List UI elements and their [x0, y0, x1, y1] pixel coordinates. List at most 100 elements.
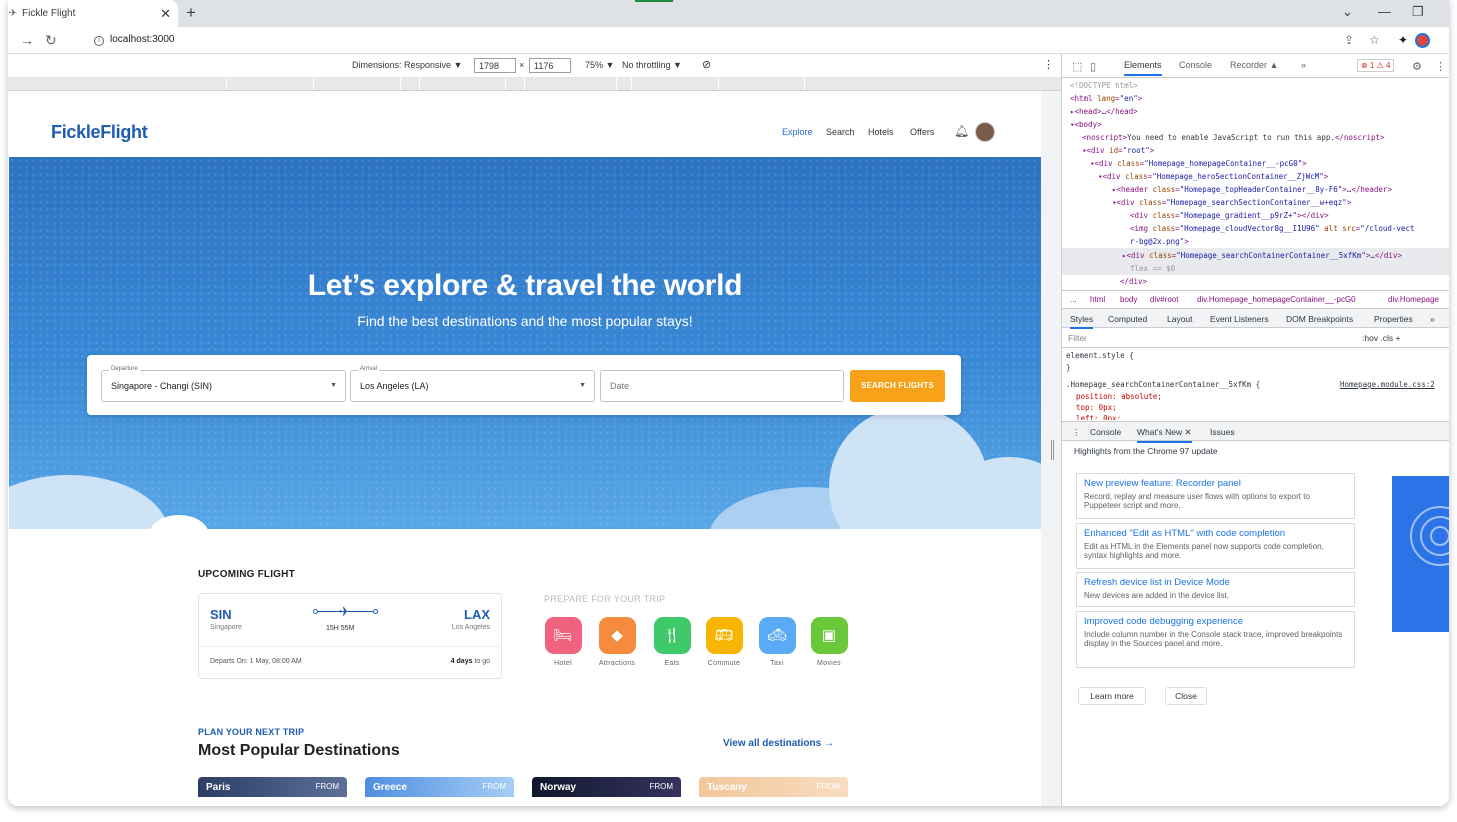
- width-input[interactable]: 1798: [474, 58, 516, 73]
- dom-line[interactable]: <html lang="en">: [1070, 94, 1142, 103]
- tab-layout[interactable]: Layout: [1167, 314, 1193, 324]
- card-title[interactable]: Improved code debugging experience: [1084, 616, 1347, 627]
- media-query-ruler[interactable]: [8, 78, 1061, 91]
- category-attractions[interactable]: ◆ Attractions: [597, 617, 637, 667]
- tab-computed[interactable]: Computed: [1108, 314, 1147, 324]
- dom-line[interactable]: ▾<div class="Homepage_homepageContainer_…: [1090, 159, 1307, 168]
- breadcrumb-item[interactable]: html: [1090, 295, 1105, 304]
- tab-close-icon[interactable]: ✕: [160, 6, 171, 22]
- new-tab-button[interactable]: +: [186, 3, 196, 23]
- category-eats[interactable]: 🍴︎ Eats: [652, 617, 692, 667]
- card-title[interactable]: New preview feature: Recorder panel: [1084, 478, 1347, 489]
- more-tabs-icon[interactable]: »: [1301, 60, 1306, 70]
- whats-new-card[interactable]: New preview feature: Recorder panel Reco…: [1076, 473, 1355, 519]
- nav-explore[interactable]: Explore: [782, 127, 813, 137]
- dom-line[interactable]: ▸<div class="Homepage_searchContainerCon…: [1122, 251, 1402, 260]
- dimensions-dropdown[interactable]: Dimensions: Responsive ▼: [352, 60, 462, 70]
- category-commute[interactable]: 🚌︎ Commute: [704, 617, 744, 667]
- nav-hotels[interactable]: Hotels: [868, 127, 894, 137]
- minimize-icon[interactable]: —: [1378, 4, 1391, 19]
- whats-new-card[interactable]: Enhanced "Edit as HTML" with code comple…: [1076, 523, 1355, 569]
- breadcrumb-item[interactable]: div.Homepage: [1388, 295, 1439, 304]
- maximize-icon[interactable]: ❐: [1412, 4, 1424, 20]
- breadcrumb-item[interactable]: div.Homepage_homepageContainer__-pcG0: [1197, 295, 1356, 304]
- profile-avatar-icon[interactable]: [1415, 33, 1430, 48]
- upcoming-flight-card[interactable]: SIN Singapore ✈ 15H 55M LAX Los Angeles …: [198, 593, 502, 679]
- dom-line[interactable]: ▾<body>: [1070, 120, 1102, 129]
- settings-icon[interactable]: ⚙: [1412, 60, 1422, 73]
- close-button[interactable]: Close: [1165, 687, 1207, 705]
- whats-new-card[interactable]: Refresh device list in Device Mode New d…: [1076, 572, 1355, 607]
- search-flights-button[interactable]: SEARCH FLIGHTS: [850, 370, 945, 402]
- drawer-menu-icon[interactable]: ⋮: [1072, 427, 1081, 438]
- css-property[interactable]: top: 0px;: [1076, 403, 1117, 412]
- user-avatar[interactable]: [975, 122, 995, 142]
- tab-event-listeners[interactable]: Event Listeners: [1210, 314, 1269, 324]
- dom-line[interactable]: <div class="Homepage_gradient__p9rZ+"></…: [1130, 211, 1329, 220]
- category-movies[interactable]: ▣ Movies: [809, 617, 849, 667]
- nav-search[interactable]: Search: [826, 127, 855, 137]
- throttling-dropdown[interactable]: No throttling ▼: [622, 60, 682, 70]
- dom-line[interactable]: <!DOCTYPE html>: [1070, 81, 1138, 90]
- card-title[interactable]: Enhanced "Edit as HTML" with code comple…: [1084, 528, 1347, 539]
- rotate-icon[interactable]: ⊘: [702, 58, 711, 71]
- resize-handle[interactable]: [1051, 440, 1054, 460]
- card-title[interactable]: Refresh device list in Device Mode: [1084, 577, 1347, 588]
- more-options-icon[interactable]: ⋮: [1043, 58, 1054, 71]
- dom-line[interactable]: <img class="Homepage_cloudVector8g__I1U9…: [1130, 224, 1414, 233]
- kebab-menu-icon[interactable]: ⋮: [1435, 60, 1446, 73]
- filter-input[interactable]: Filter: [1068, 333, 1087, 343]
- departure-select[interactable]: Departure Singapore - Changi (SIN) ▼: [101, 366, 346, 402]
- destination-card-greece[interactable]: Greece FROM: [365, 777, 514, 797]
- breadcrumb-item[interactable]: body: [1120, 295, 1137, 304]
- dom-line[interactable]: flex == $0: [1130, 264, 1175, 273]
- height-input[interactable]: 1176: [529, 58, 571, 73]
- forward-icon[interactable]: →: [20, 32, 34, 48]
- dom-line[interactable]: ▸<head>…</head>: [1070, 107, 1138, 116]
- dom-line[interactable]: ▸<header class="Homepage_topHeaderContai…: [1112, 185, 1392, 194]
- filter-tools[interactable]: :hov .cls +: [1362, 333, 1401, 343]
- learn-more-button[interactable]: Learn more: [1078, 687, 1146, 705]
- dom-line[interactable]: </div>: [1120, 277, 1147, 286]
- bell-icon[interactable]: 🔔︎: [954, 124, 969, 138]
- view-all-destinations-link[interactable]: View all destinations →: [723, 738, 834, 749]
- css-selector[interactable]: .Homepage_searchContainerContainer__5xfK…: [1066, 380, 1260, 389]
- zoom-dropdown[interactable]: 75% ▼: [585, 60, 614, 70]
- share-icon[interactable]: ⇪: [1344, 33, 1354, 47]
- destination-card-tuscany[interactable]: Tuscany FROM: [699, 777, 848, 797]
- css-property[interactable]: position: absolute;: [1076, 392, 1162, 401]
- inspect-icon[interactable]: ⬚: [1072, 60, 1082, 73]
- tab-properties[interactable]: Properties: [1374, 314, 1413, 324]
- info-icon[interactable]: i: [94, 36, 104, 46]
- breadcrumb-item[interactable]: ...: [1070, 295, 1077, 304]
- dom-line[interactable]: ▾<div class="Homepage_heroSectionContain…: [1098, 172, 1328, 181]
- error-warning-badge[interactable]: ⊗ 1 ⚠ 4: [1357, 59, 1395, 72]
- breadcrumb-item[interactable]: div#root: [1150, 295, 1178, 304]
- date-input[interactable]: Date: [600, 370, 844, 402]
- dom-line[interactable]: <noscript>You need to enable JavaScript …: [1082, 133, 1385, 142]
- reload-icon[interactable]: ↻: [45, 32, 57, 49]
- drawer-tab-console[interactable]: Console: [1090, 427, 1121, 437]
- nav-offers[interactable]: Offers: [910, 127, 934, 137]
- browser-tab[interactable]: ✈ Fickle Flight ✕: [8, 0, 178, 27]
- dom-line[interactable]: r-bg@2x.png">: [1130, 237, 1189, 246]
- tab-recorder[interactable]: Recorder ▲: [1230, 60, 1278, 70]
- tab-elements[interactable]: Elements: [1124, 60, 1162, 76]
- site-logo[interactable]: FickleFlight: [51, 122, 148, 143]
- more-style-tabs-icon[interactable]: »: [1430, 314, 1435, 324]
- category-taxi[interactable]: 🚕︎ Taxi: [757, 617, 797, 667]
- tab-console[interactable]: Console: [1179, 60, 1212, 70]
- category-hotel[interactable]: 🛏︎ Hotel: [543, 617, 583, 667]
- tab-search-icon[interactable]: ⌄: [1342, 4, 1353, 20]
- destination-card-norway[interactable]: Norway FROM: [532, 777, 681, 797]
- css-property[interactable]: left: 0px;: [1076, 414, 1121, 420]
- drawer-tab-whats-new[interactable]: What's New ✕: [1137, 427, 1192, 443]
- tab-styles[interactable]: Styles: [1070, 314, 1094, 329]
- destination-card-paris[interactable]: Paris FROM: [198, 777, 347, 797]
- drawer-tab-issues[interactable]: Issues: [1210, 427, 1235, 437]
- extensions-icon[interactable]: ✦: [1398, 33, 1408, 47]
- css-element-style[interactable]: element.style {: [1066, 351, 1134, 360]
- dom-line[interactable]: ▾<div class="Homepage_searchSectionConta…: [1112, 198, 1351, 207]
- tab-dom-breakpoints[interactable]: DOM Breakpoints: [1286, 314, 1353, 324]
- css-source-link[interactable]: Homepage.module.css:2: [1340, 380, 1435, 389]
